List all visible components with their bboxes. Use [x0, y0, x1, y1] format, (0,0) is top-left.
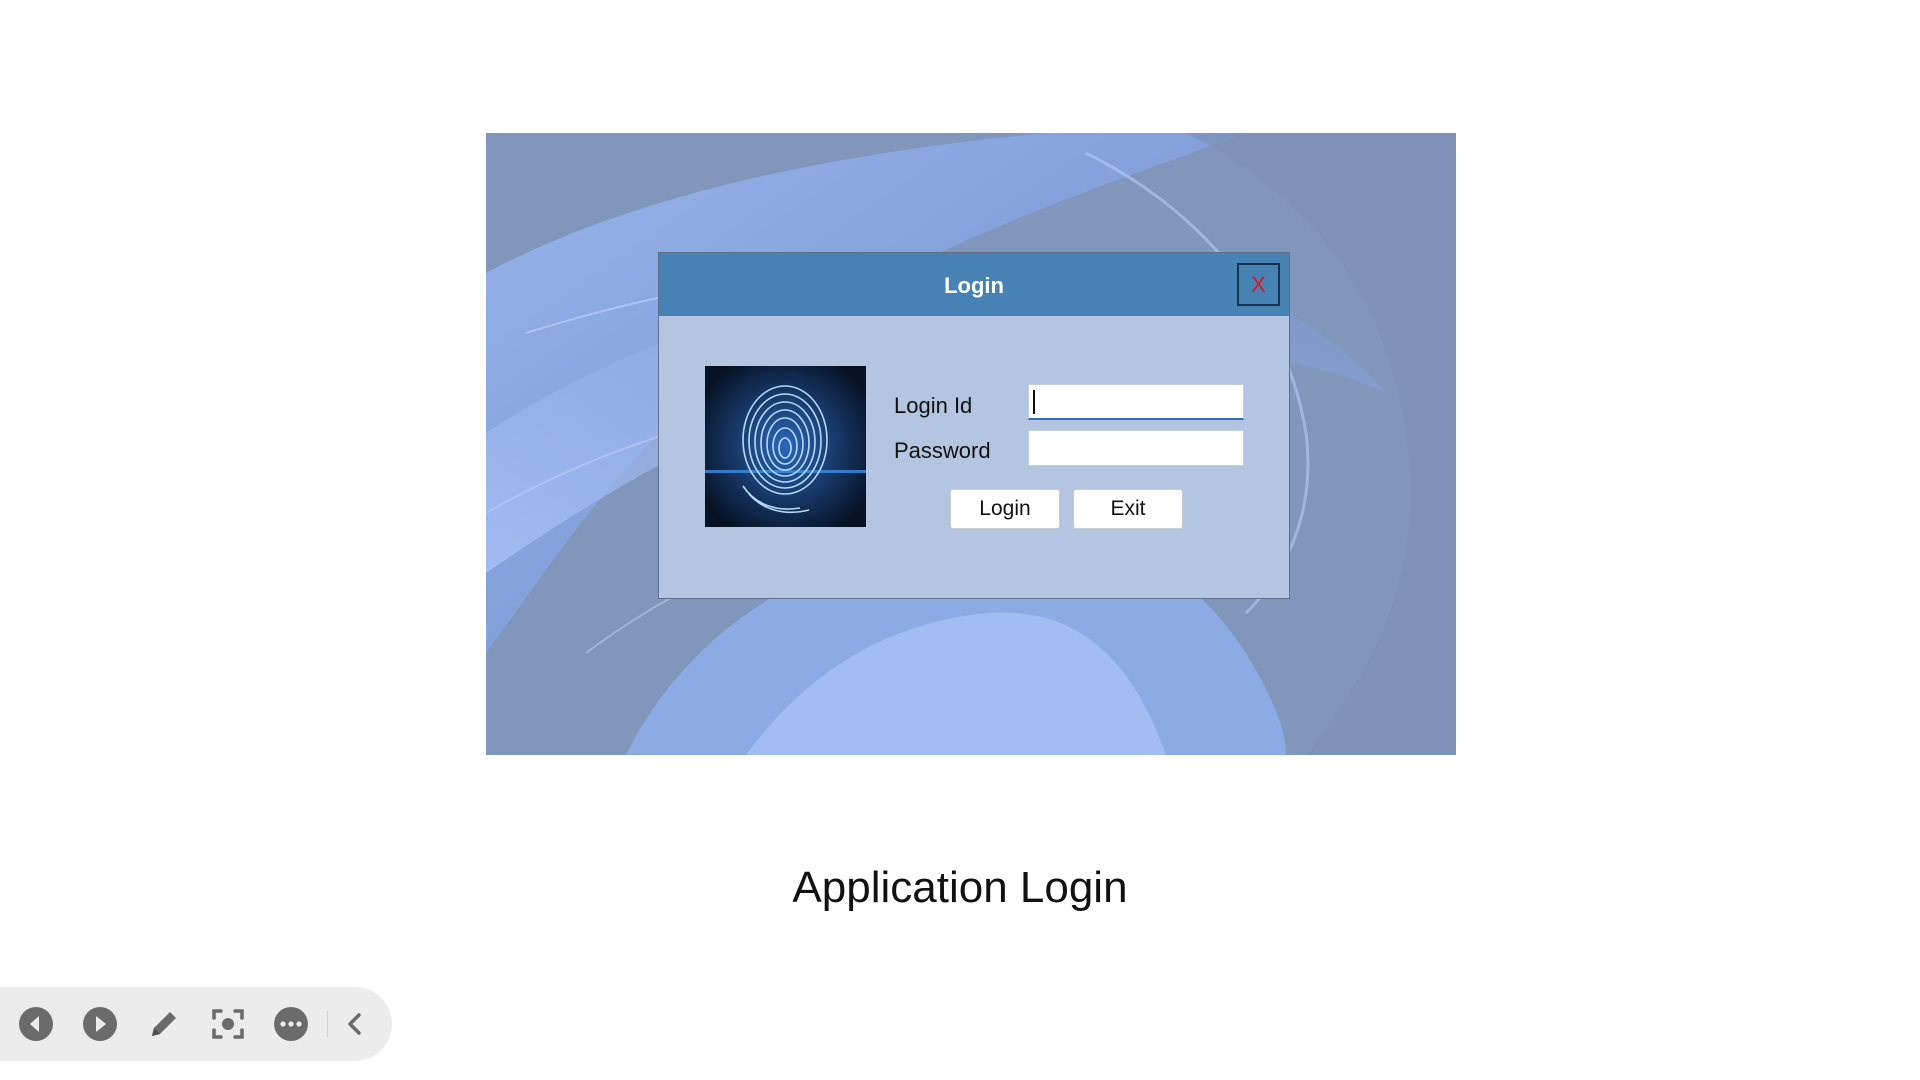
pen-icon[interactable]	[145, 1005, 183, 1043]
password-input[interactable]	[1028, 430, 1244, 466]
close-button[interactable]: X	[1237, 263, 1280, 306]
exit-button[interactable]: Exit	[1073, 489, 1183, 529]
slide-caption: Application Login	[792, 863, 1128, 912]
screenshot-panel: Login X Login Id Password Login Exit	[486, 133, 1456, 755]
more-icon[interactable]	[272, 1005, 310, 1043]
previous-icon[interactable]	[17, 1005, 55, 1043]
collapse-icon[interactable]	[336, 1005, 374, 1043]
toolbar-divider	[327, 1011, 328, 1037]
presenter-toolbar	[0, 987, 392, 1061]
login-button[interactable]: Login	[950, 489, 1060, 529]
dialog-title: Login	[944, 273, 1004, 298]
login-id-label: Login Id	[894, 393, 973, 418]
password-label: Password	[894, 438, 991, 463]
focus-icon[interactable]	[209, 1005, 247, 1043]
next-icon[interactable]	[81, 1005, 119, 1043]
text-caret	[1033, 390, 1035, 414]
slide: Login X Login Id Password Login Exit App…	[0, 0, 1920, 1080]
login-dialog: Login X Login Id Password Login Exit	[658, 252, 1290, 599]
dialog-titlebar: Login X	[659, 253, 1289, 316]
login-id-input[interactable]	[1028, 384, 1244, 420]
fingerprint-image	[705, 366, 866, 527]
